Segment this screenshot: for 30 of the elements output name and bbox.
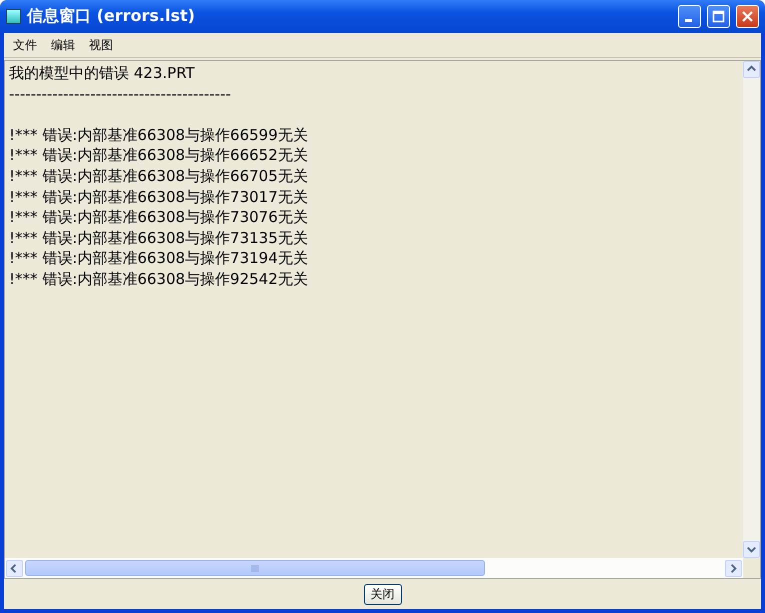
horizontal-scrollbar[interactable] xyxy=(5,558,743,578)
scroll-thumb[interactable] xyxy=(25,560,485,576)
vertical-scrollbar[interactable] xyxy=(743,61,760,558)
text-line: !*** 错误:内部基准66308与操作66705无关 xyxy=(9,166,309,187)
maximize-icon xyxy=(712,10,725,23)
scroll-down-button[interactable] xyxy=(743,541,760,558)
text-line: !*** 错误:内部基准66308与操作66599无关 xyxy=(9,124,309,146)
menu-item[interactable]: 视图 xyxy=(84,36,118,54)
maximize-button[interactable] xyxy=(707,5,730,28)
text-line: 我的模型中的错误 423.PRT xyxy=(9,63,196,84)
dashed-separator-line: ----------------------------------------- xyxy=(9,84,232,104)
grip-icon xyxy=(251,564,259,572)
close-button[interactable] xyxy=(736,5,759,28)
minimize-icon xyxy=(684,19,692,22)
close-icon xyxy=(741,10,754,23)
scroll-up-button[interactable] xyxy=(743,61,760,78)
close-dialog-button[interactable]: 关闭 xyxy=(364,584,402,604)
scroll-left-button[interactable] xyxy=(6,560,23,576)
window-title: 信息窗口 (errors.lst) xyxy=(27,6,196,27)
minimize-button[interactable] xyxy=(678,5,701,28)
text-line: !*** 错误:内部基准66308与操作73135无关 xyxy=(9,228,309,248)
window-icon xyxy=(6,9,21,24)
text-line: !*** 错误:内部基准66308与操作73194无关 xyxy=(9,248,309,269)
text-line: !*** 错误:内部基准66308与操作73017无关 xyxy=(9,186,309,208)
text-line: !*** 错误:内部基准66308与操作73076无关 xyxy=(9,207,309,228)
menu-item[interactable]: 文件 xyxy=(8,36,42,54)
menu-item[interactable]: 编辑 xyxy=(46,36,80,54)
text-line: !*** 错误:内部基准66308与操作66652无关 xyxy=(9,145,309,166)
scroll-right-button[interactable] xyxy=(725,560,742,576)
text-line: !*** 错误:内部基准66308与操作92542无关 xyxy=(9,268,309,290)
